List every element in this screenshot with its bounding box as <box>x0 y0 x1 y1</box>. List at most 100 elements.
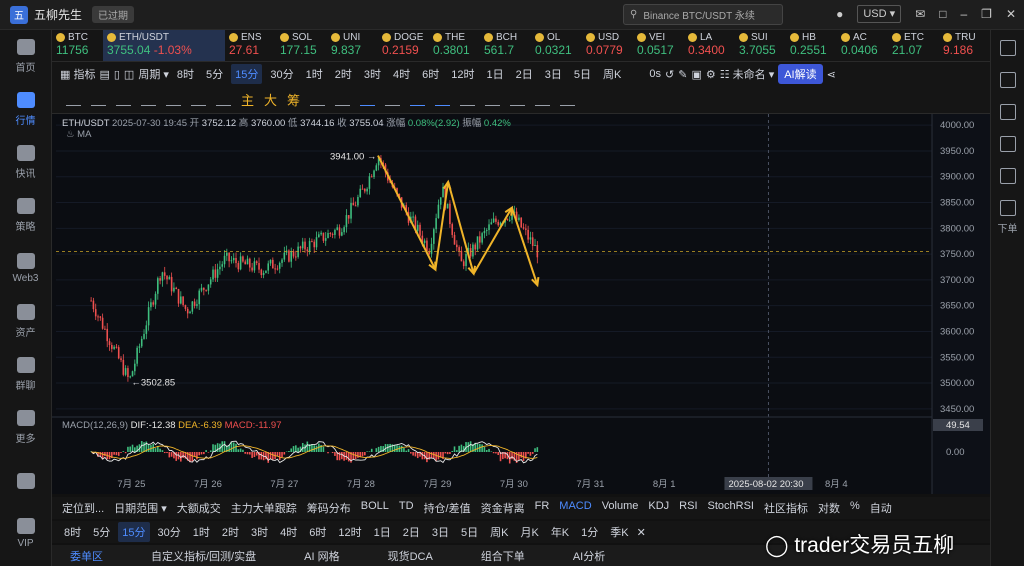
sidebar-item-7[interactable]: 更多 <box>0 401 51 454</box>
ticker-item[interactable]: THE 0.3801 <box>429 30 480 61</box>
ticker-item[interactable]: BTC 11756 <box>52 30 103 61</box>
layout-icon[interactable]: ◫ <box>124 68 134 81</box>
period-option[interactable]: 6时 <box>418 64 443 84</box>
ai-analysis-button[interactable]: AI解读 <box>778 64 823 84</box>
period-dropdown[interactable]: 周期 ▾ <box>138 66 169 82</box>
period-option[interactable]: 1时 <box>302 64 327 84</box>
chip-button[interactable]: 筹 <box>287 90 300 109</box>
indicator-option[interactable]: % <box>850 500 860 516</box>
bottom-tab[interactable]: AI分析 <box>573 548 605 564</box>
ticker-item[interactable]: TRU 9.186 <box>939 30 990 61</box>
period-option[interactable]: 3时 <box>247 522 272 542</box>
bottom-tab[interactable]: AI 网格 <box>304 548 339 564</box>
calendar-icon[interactable]: ▤ <box>99 68 109 81</box>
ticker-item[interactable]: ETH/USDT 3755.04 -1.03% <box>103 30 225 61</box>
chart-area[interactable]: 4000.00 3950.00 3900.00 3850.00 3800.00 3750.… <box>52 114 990 494</box>
period-option[interactable]: 8时 <box>173 64 198 84</box>
ticker-item[interactable]: OL 0.0321 <box>531 30 582 61</box>
indicator-option[interactable]: BOLL <box>361 500 389 516</box>
currency-select[interactable]: USD ▾ <box>857 5 902 23</box>
period-option[interactable]: 3时 <box>360 64 385 84</box>
ticker-item[interactable]: HB 0.2551 <box>786 30 837 61</box>
indicator-option[interactable]: KDJ <box>648 500 669 516</box>
period-option[interactable]: 周K <box>599 64 625 84</box>
sidebar-item-4[interactable]: Web3 <box>0 242 51 295</box>
ticker-item[interactable]: DOGE 0.2159 <box>378 30 429 61</box>
bottom-tab[interactable]: 委单区 <box>70 548 103 564</box>
period-option[interactable]: 1分 <box>577 522 602 542</box>
select-tool-icon[interactable] <box>360 94 376 106</box>
visibility-tool-icon[interactable] <box>510 94 526 106</box>
indicator-option[interactable]: 自动 <box>870 500 892 516</box>
ma-legend[interactable]: ♨ MA <box>66 129 91 140</box>
indicator-option[interactable]: 对数 <box>818 500 840 516</box>
rectangle-tool-icon[interactable] <box>166 94 181 106</box>
indicator-option[interactable]: 主力大单跟踪 <box>231 500 297 516</box>
indicator-option[interactable]: 持仓/差值 <box>424 500 471 516</box>
period-option[interactable]: 3日 <box>541 64 566 84</box>
period-option[interactable]: 2日 <box>399 522 424 542</box>
period-option[interactable]: 年K <box>547 522 573 542</box>
search-input[interactable]: ⚲ Binance BTC/USDT 永续 <box>623 4 783 25</box>
ticker-item[interactable]: LA 0.3400 <box>684 30 735 61</box>
period-option[interactable]: 周K <box>486 522 512 542</box>
period-option[interactable]: 季K <box>606 522 632 542</box>
candlestick-chart[interactable]: 4000.00 3950.00 3900.00 3850.00 3800.00 3750.… <box>52 114 990 494</box>
notification-bell-icon[interactable]: ● <box>836 7 843 21</box>
period-option[interactable]: 1时 <box>189 522 214 542</box>
indicator-option[interactable]: TD <box>399 500 414 516</box>
ray-tool-icon[interactable] <box>141 94 156 106</box>
indicator-button[interactable]: ▦ 指标 <box>60 66 95 82</box>
period-option[interactable]: 30分 <box>266 64 297 84</box>
undo-icon[interactable]: ↺ <box>665 68 674 81</box>
sidebar-item-8[interactable] <box>0 454 51 507</box>
ticker-item[interactable]: VEI 0.0517 <box>633 30 684 61</box>
more-tools-icon[interactable] <box>216 94 231 106</box>
ticker-item[interactable]: ENS 27.61 <box>225 30 276 61</box>
indicator-option[interactable]: FR <box>535 500 550 516</box>
locate-button[interactable]: 定位到... <box>62 500 104 516</box>
pen-tool-icon[interactable] <box>410 94 426 106</box>
bottom-tab[interactable]: 自定义指标/回测/实盘 <box>151 548 256 564</box>
template-dropdown[interactable]: ☷ 未命名 ▾ <box>720 66 775 82</box>
period-option[interactable]: 15分 <box>231 64 263 84</box>
ticker-item[interactable]: ETC 21.07 <box>888 30 939 61</box>
indicator-option[interactable]: Volume <box>602 500 639 516</box>
main-force-button[interactable]: 主 <box>241 90 254 109</box>
bottom-tab[interactable]: 现货DCA <box>388 548 433 564</box>
indicator-option[interactable]: 筹码分布 <box>307 500 351 516</box>
period-option[interactable]: 5分 <box>202 64 227 84</box>
channel-tool-icon[interactable] <box>116 94 131 106</box>
period-option[interactable]: 5日 <box>457 522 482 542</box>
sidebar-item-2[interactable]: 快讯 <box>0 136 51 189</box>
date-range-dropdown[interactable]: 日期范围 ▾ <box>114 500 167 516</box>
place-order-icon[interactable] <box>999 200 1016 216</box>
period-option[interactable]: 3日 <box>428 522 453 542</box>
period-option[interactable]: 4时 <box>389 64 414 84</box>
sidebar-item-9[interactable]: VIP <box>0 507 51 560</box>
ticker-item[interactable]: SOL 177.15 <box>276 30 327 61</box>
sidebar-item-3[interactable]: 策略 <box>0 189 51 242</box>
ticker-item[interactable]: AC 0.0406 <box>837 30 888 61</box>
settings-icon[interactable]: ⚙ <box>706 68 716 81</box>
ticker-item[interactable]: USD 0.0779 <box>582 30 633 61</box>
ticker-item[interactable]: SUI 3.7055 <box>735 30 786 61</box>
period-option[interactable]: 5日 <box>570 64 595 84</box>
trash-tool-icon[interactable] <box>560 94 576 106</box>
indicator-option[interactable]: 社区指标 <box>764 500 808 516</box>
close-icon[interactable]: ✕ <box>1006 7 1016 21</box>
sidebar-item-6[interactable]: 群聊 <box>0 348 51 401</box>
horizontal-line-tool-icon[interactable] <box>91 94 106 106</box>
depth-icon[interactable] <box>999 136 1016 152</box>
minimize-icon[interactable]: – <box>960 7 967 21</box>
period-option[interactable]: 8时 <box>60 522 85 542</box>
camera-icon[interactable]: ▣ <box>691 68 701 81</box>
filter-tool-icon[interactable] <box>535 94 551 106</box>
pin-icon[interactable]: □ <box>939 7 946 21</box>
eraser-tool-icon[interactable] <box>385 94 401 106</box>
period-option[interactable]: 2日 <box>512 64 537 84</box>
mail-icon[interactable]: ✉ <box>915 7 925 21</box>
period-option[interactable]: 15分 <box>118 522 150 542</box>
panel-toggle-icon[interactable] <box>999 40 1016 56</box>
period-option[interactable]: 1日 <box>483 64 508 84</box>
